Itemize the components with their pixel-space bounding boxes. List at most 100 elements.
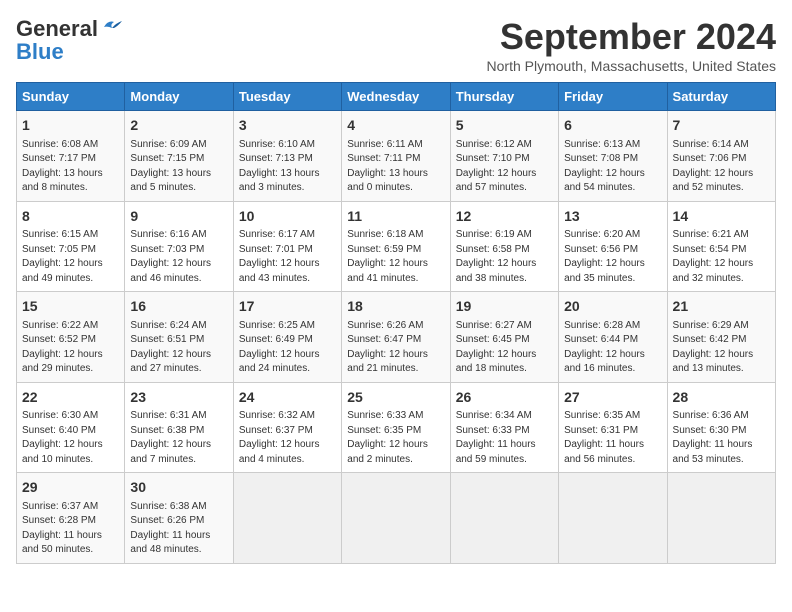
day-number: 6	[564, 116, 661, 136]
day-number: 9	[130, 207, 227, 227]
calendar-cell: 2Sunrise: 6:09 AMSunset: 7:15 PMDaylight…	[125, 111, 233, 202]
calendar-cell: 27Sunrise: 6:35 AMSunset: 6:31 PMDayligh…	[559, 382, 667, 473]
day-info: Sunrise: 6:22 AMSunset: 6:52 PMDaylight:…	[22, 319, 119, 377]
header-tuesday: Tuesday	[233, 83, 341, 111]
day-info: Sunrise: 6:13 AMSunset: 7:08 PMDaylight:…	[564, 138, 661, 196]
day-number: 7	[673, 116, 770, 136]
day-number: 20	[564, 297, 661, 317]
calendar-cell	[450, 473, 558, 564]
calendar-cell: 29Sunrise: 6:37 AMSunset: 6:28 PMDayligh…	[17, 473, 125, 564]
calendar-cell: 17Sunrise: 6:25 AMSunset: 6:49 PMDayligh…	[233, 292, 341, 383]
calendar-cell: 20Sunrise: 6:28 AMSunset: 6:44 PMDayligh…	[559, 292, 667, 383]
day-info: Sunrise: 6:29 AMSunset: 6:42 PMDaylight:…	[673, 319, 770, 377]
day-info: Sunrise: 6:30 AMSunset: 6:40 PMDaylight:…	[22, 409, 119, 467]
logo-bird-icon	[100, 18, 122, 36]
calendar-cell: 5Sunrise: 6:12 AMSunset: 7:10 PMDaylight…	[450, 111, 558, 202]
day-number: 23	[130, 388, 227, 408]
calendar-cell: 9Sunrise: 6:16 AMSunset: 7:03 PMDaylight…	[125, 201, 233, 292]
calendar-cell: 28Sunrise: 6:36 AMSunset: 6:30 PMDayligh…	[667, 382, 775, 473]
day-number: 18	[347, 297, 444, 317]
calendar-cell	[667, 473, 775, 564]
calendar-cell: 25Sunrise: 6:33 AMSunset: 6:35 PMDayligh…	[342, 382, 450, 473]
header-sunday: Sunday	[17, 83, 125, 111]
day-info: Sunrise: 6:25 AMSunset: 6:49 PMDaylight:…	[239, 319, 336, 377]
day-number: 21	[673, 297, 770, 317]
day-number: 4	[347, 116, 444, 136]
day-number: 26	[456, 388, 553, 408]
day-number: 10	[239, 207, 336, 227]
day-number: 17	[239, 297, 336, 317]
day-info: Sunrise: 6:09 AMSunset: 7:15 PMDaylight:…	[130, 138, 227, 196]
calendar-cell: 24Sunrise: 6:32 AMSunset: 6:37 PMDayligh…	[233, 382, 341, 473]
logo: General Blue	[16, 16, 122, 62]
title-block: September 2024 North Plymouth, Massachus…	[487, 16, 776, 74]
calendar-week-4: 22Sunrise: 6:30 AMSunset: 6:40 PMDayligh…	[17, 382, 776, 473]
calendar-cell: 15Sunrise: 6:22 AMSunset: 6:52 PMDayligh…	[17, 292, 125, 383]
day-number: 27	[564, 388, 661, 408]
calendar-cell	[559, 473, 667, 564]
day-number: 2	[130, 116, 227, 136]
day-number: 28	[673, 388, 770, 408]
calendar-cell: 30Sunrise: 6:38 AMSunset: 6:26 PMDayligh…	[125, 473, 233, 564]
day-number: 25	[347, 388, 444, 408]
day-number: 12	[456, 207, 553, 227]
day-info: Sunrise: 6:21 AMSunset: 6:54 PMDaylight:…	[673, 228, 770, 286]
calendar-cell: 18Sunrise: 6:26 AMSunset: 6:47 PMDayligh…	[342, 292, 450, 383]
day-info: Sunrise: 6:32 AMSunset: 6:37 PMDaylight:…	[239, 409, 336, 467]
location-subtitle: North Plymouth, Massachusetts, United St…	[487, 58, 776, 74]
day-info: Sunrise: 6:18 AMSunset: 6:59 PMDaylight:…	[347, 228, 444, 286]
calendar-table: SundayMondayTuesdayWednesdayThursdayFrid…	[16, 82, 776, 564]
day-info: Sunrise: 6:19 AMSunset: 6:58 PMDaylight:…	[456, 228, 553, 286]
day-info: Sunrise: 6:35 AMSunset: 6:31 PMDaylight:…	[564, 409, 661, 467]
calendar-cell: 14Sunrise: 6:21 AMSunset: 6:54 PMDayligh…	[667, 201, 775, 292]
header-thursday: Thursday	[450, 83, 558, 111]
header-friday: Friday	[559, 83, 667, 111]
day-info: Sunrise: 6:15 AMSunset: 7:05 PMDaylight:…	[22, 228, 119, 286]
calendar-cell: 8Sunrise: 6:15 AMSunset: 7:05 PMDaylight…	[17, 201, 125, 292]
calendar-cell	[342, 473, 450, 564]
day-number: 11	[347, 207, 444, 227]
day-info: Sunrise: 6:33 AMSunset: 6:35 PMDaylight:…	[347, 409, 444, 467]
day-number: 16	[130, 297, 227, 317]
calendar-week-1: 1Sunrise: 6:08 AMSunset: 7:17 PMDaylight…	[17, 111, 776, 202]
day-number: 13	[564, 207, 661, 227]
calendar-cell: 4Sunrise: 6:11 AMSunset: 7:11 PMDaylight…	[342, 111, 450, 202]
calendar-cell: 13Sunrise: 6:20 AMSunset: 6:56 PMDayligh…	[559, 201, 667, 292]
day-number: 24	[239, 388, 336, 408]
calendar-cell: 12Sunrise: 6:19 AMSunset: 6:58 PMDayligh…	[450, 201, 558, 292]
day-info: Sunrise: 6:11 AMSunset: 7:11 PMDaylight:…	[347, 138, 444, 196]
day-info: Sunrise: 6:17 AMSunset: 7:01 PMDaylight:…	[239, 228, 336, 286]
day-info: Sunrise: 6:08 AMSunset: 7:17 PMDaylight:…	[22, 138, 119, 196]
day-number: 14	[673, 207, 770, 227]
day-info: Sunrise: 6:26 AMSunset: 6:47 PMDaylight:…	[347, 319, 444, 377]
day-number: 19	[456, 297, 553, 317]
day-number: 5	[456, 116, 553, 136]
day-info: Sunrise: 6:36 AMSunset: 6:30 PMDaylight:…	[673, 409, 770, 467]
calendar-cell: 3Sunrise: 6:10 AMSunset: 7:13 PMDaylight…	[233, 111, 341, 202]
calendar-cell	[233, 473, 341, 564]
day-info: Sunrise: 6:31 AMSunset: 6:38 PMDaylight:…	[130, 409, 227, 467]
logo-blue-text: Blue	[16, 42, 64, 62]
calendar-cell: 7Sunrise: 6:14 AMSunset: 7:06 PMDaylight…	[667, 111, 775, 202]
page-header: General Blue September 2024 North Plymou…	[16, 16, 776, 74]
day-number: 3	[239, 116, 336, 136]
calendar-cell: 23Sunrise: 6:31 AMSunset: 6:38 PMDayligh…	[125, 382, 233, 473]
header-saturday: Saturday	[667, 83, 775, 111]
day-info: Sunrise: 6:16 AMSunset: 7:03 PMDaylight:…	[130, 228, 227, 286]
calendar-week-5: 29Sunrise: 6:37 AMSunset: 6:28 PMDayligh…	[17, 473, 776, 564]
calendar-cell: 10Sunrise: 6:17 AMSunset: 7:01 PMDayligh…	[233, 201, 341, 292]
day-number: 30	[130, 478, 227, 498]
calendar-week-3: 15Sunrise: 6:22 AMSunset: 6:52 PMDayligh…	[17, 292, 776, 383]
day-info: Sunrise: 6:38 AMSunset: 6:26 PMDaylight:…	[130, 500, 227, 558]
header-monday: Monday	[125, 83, 233, 111]
day-number: 22	[22, 388, 119, 408]
day-info: Sunrise: 6:27 AMSunset: 6:45 PMDaylight:…	[456, 319, 553, 377]
day-info: Sunrise: 6:20 AMSunset: 6:56 PMDaylight:…	[564, 228, 661, 286]
calendar-week-2: 8Sunrise: 6:15 AMSunset: 7:05 PMDaylight…	[17, 201, 776, 292]
calendar-cell: 1Sunrise: 6:08 AMSunset: 7:17 PMDaylight…	[17, 111, 125, 202]
day-info: Sunrise: 6:12 AMSunset: 7:10 PMDaylight:…	[456, 138, 553, 196]
month-title: September 2024	[487, 16, 776, 58]
calendar-cell: 19Sunrise: 6:27 AMSunset: 6:45 PMDayligh…	[450, 292, 558, 383]
day-number: 8	[22, 207, 119, 227]
header-wednesday: Wednesday	[342, 83, 450, 111]
